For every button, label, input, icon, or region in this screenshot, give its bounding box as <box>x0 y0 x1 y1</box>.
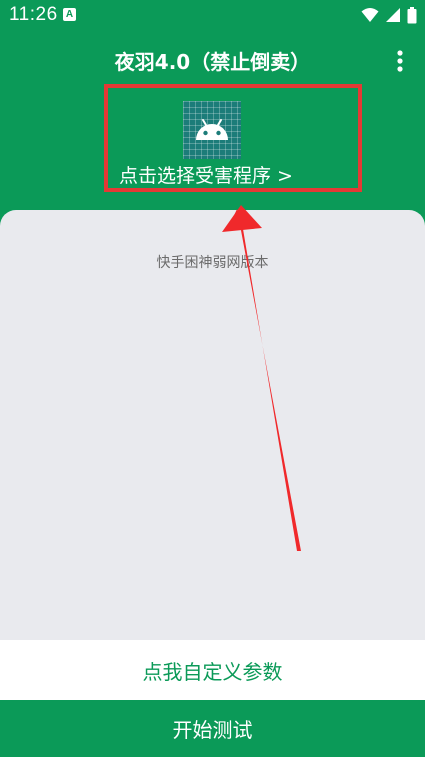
status-icons <box>361 6 417 24</box>
content-panel <box>0 210 425 640</box>
wifi-icon <box>361 8 379 22</box>
more-vert-icon <box>397 50 403 72</box>
toolbar-title: 夜羽4.0（禁止倒卖） <box>114 50 311 74</box>
version-label: 快手困神弱网版本 <box>156 255 269 271</box>
status-time: 11:26 <box>9 4 58 25</box>
app-screen: 11:26 A 夜羽4.0（禁止倒卖） 点击选择受害程序 > 快手困神弱网版本 … <box>0 0 425 757</box>
start-test-button[interactable]: 开始测试 <box>0 700 425 757</box>
more-options-button[interactable] <box>386 46 414 76</box>
signal-icon <box>386 8 400 22</box>
status-bar: 11:26 A <box>0 0 425 30</box>
battery-icon <box>407 6 417 23</box>
notification-icon: A <box>63 8 76 21</box>
highlight-box <box>104 84 362 192</box>
custom-params-button[interactable]: 点我自定义参数 <box>0 640 425 700</box>
